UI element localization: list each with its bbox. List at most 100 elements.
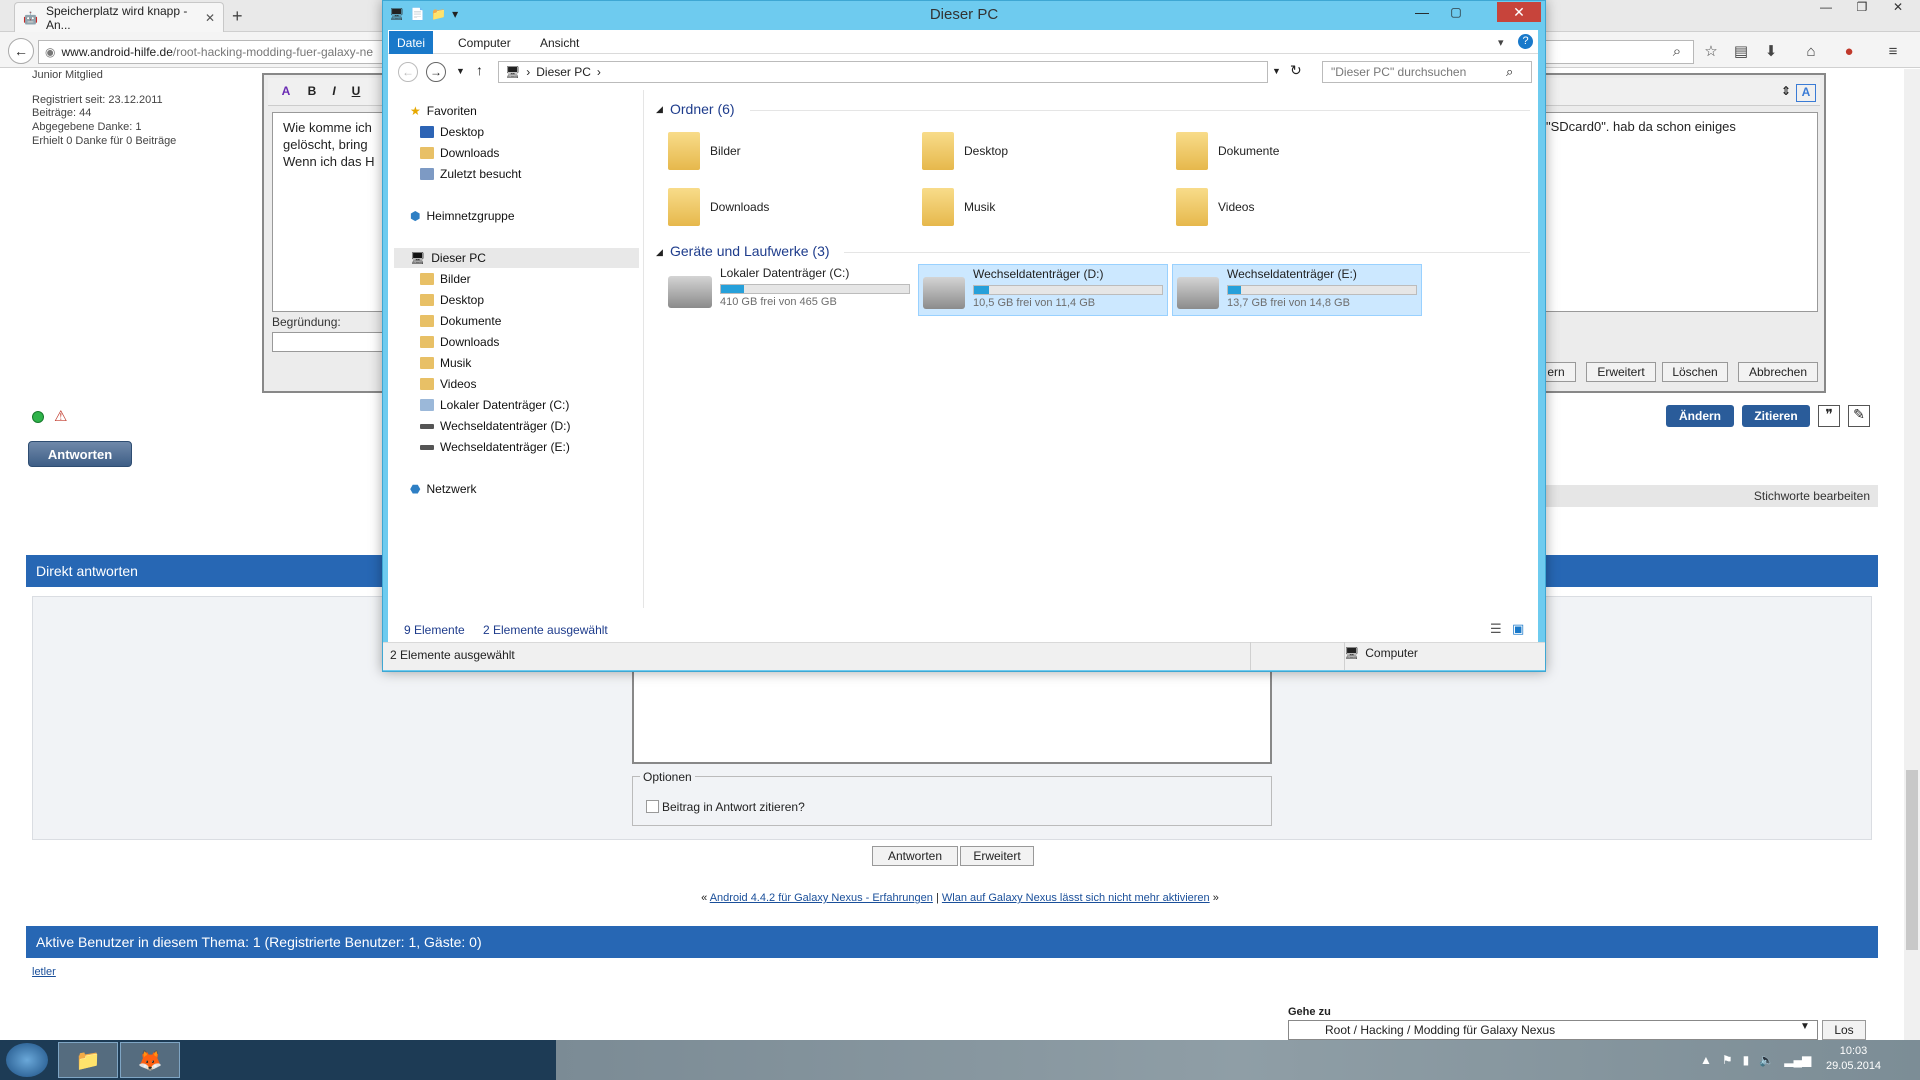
explorer-minimize-icon[interactable]: — (1407, 1, 1437, 23)
menu-icon[interactable]: ≡ (1880, 40, 1906, 64)
explorer-close-button[interactable]: ✕ (1497, 2, 1541, 22)
nav-pc-desktop[interactable]: Desktop (420, 290, 484, 310)
folder-tile-musik[interactable]: Musik (922, 183, 995, 231)
collapse-icon[interactable]: ◢ (656, 104, 663, 115)
collapse-icon[interactable]: ◢ (656, 247, 663, 258)
details-view-icon[interactable]: ☰ (1490, 621, 1502, 637)
properties-icon[interactable]: 📄 (410, 7, 425, 21)
firefox-taskbar-icon[interactable]: 🦊 (120, 1042, 180, 1078)
nav-this-pc[interactable]: 🖥 Dieser PC (410, 248, 486, 268)
pc-icon[interactable]: 🖥 (389, 7, 404, 21)
minimize-icon[interactable]: — (1808, 0, 1844, 20)
nav-drive-d[interactable]: Wechseldatenträger (D:) (420, 416, 571, 436)
nav-up-icon[interactable]: ↑ (476, 62, 483, 78)
nav-fav-recent[interactable]: Zuletzt besucht (420, 164, 521, 184)
address-dropdown-icon[interactable]: ▼ (1272, 66, 1281, 76)
folder-tile-dokumente[interactable]: Dokumente (1176, 127, 1279, 175)
drive-tile-d[interactable]: Wechseldatenträger (D:) 10,5 GB frei von… (918, 264, 1168, 316)
previous-thread-link[interactable]: Android 4.4.2 für Galaxy Nexus - Erfahru… (710, 892, 933, 904)
refresh-icon[interactable]: ↻ (1290, 62, 1302, 79)
font-style-icon[interactable]: A (276, 84, 296, 102)
explorer-maximize-icon[interactable]: ▢ (1441, 1, 1471, 23)
drive-tile-e[interactable]: Wechseldatenträger (E:) 13,7 GB frei von… (1172, 264, 1422, 316)
goto-select[interactable]: Root / Hacking / Modding für Galaxy Nexu… (1288, 1020, 1818, 1040)
submit-reply-button[interactable]: Antworten (872, 846, 958, 866)
taskbar-clock[interactable]: 10:03 29.05.2014 (1826, 1044, 1881, 1074)
nav-network[interactable]: ⬣ Netzwerk (410, 479, 477, 499)
browser-tab[interactable]: 🤖 Speicherplatz wird knapp - An... ✕ (14, 2, 224, 32)
addon-icon[interactable]: ● (1836, 40, 1862, 64)
reason-input[interactable] (272, 332, 392, 352)
folder-tile-downloads[interactable]: Downloads (668, 183, 769, 231)
resize-icon[interactable]: ⇕ (1776, 84, 1796, 102)
explorer-taskbar-icon[interactable]: 📁 (58, 1042, 118, 1078)
flag-icon[interactable]: ⚑ (1722, 1053, 1733, 1067)
quote-checkbox[interactable] (646, 800, 659, 813)
chevron-down-icon[interactable]: ▼ (1800, 1021, 1810, 1032)
breadcrumb-dieser-pc[interactable]: Dieser PC (536, 65, 591, 79)
explorer-search-input[interactable]: "Dieser PC" durchsuchen (1322, 61, 1532, 83)
reply-advanced-button[interactable]: Erweitert (960, 846, 1034, 866)
cancel-button[interactable]: Abbrechen (1738, 362, 1818, 382)
folders-header[interactable]: Ordner (6) (670, 101, 735, 117)
download-icon[interactable]: ⬇ (1758, 40, 1784, 64)
nav-back-icon[interactable]: ← (398, 62, 418, 82)
goto-button[interactable]: Los (1822, 1020, 1866, 1040)
drive-tile-c[interactable]: Lokaler Datenträger (C:) 410 GB frei von… (664, 264, 914, 316)
network-signal-icon[interactable]: ▂▄▆ (1784, 1053, 1811, 1067)
nav-pc-dokumente[interactable]: Dokumente (420, 311, 501, 331)
tags-edit-link[interactable]: Stichworte bearbeiten (1540, 485, 1878, 507)
customize-qa-icon[interactable]: ▾ (452, 7, 458, 21)
delete-button[interactable]: Löschen (1662, 362, 1728, 382)
active-user-link[interactable]: letler (32, 966, 56, 978)
close-icon[interactable]: ✕ (1880, 0, 1916, 20)
home-icon[interactable]: ⌂ (1798, 40, 1824, 64)
nav-fav-downloads[interactable]: Downloads (420, 143, 499, 163)
multiquote-icon[interactable]: ❞ (1818, 405, 1840, 427)
ribbon-tab-ansicht[interactable]: Ansicht (528, 31, 591, 55)
drives-header[interactable]: Geräte und Laufwerke (3) (670, 243, 830, 259)
tab-close-icon[interactable]: ✕ (205, 11, 215, 25)
ribbon-tab-datei[interactable]: Datei (389, 31, 433, 55)
help-icon[interactable]: ? (1518, 34, 1533, 49)
page-scrollbar-thumb[interactable] (1906, 770, 1918, 950)
bookmark-star-icon[interactable]: ☆ (1698, 40, 1724, 64)
tiles-view-icon[interactable]: ▣ (1512, 621, 1524, 637)
nav-pc-musik[interactable]: Musik (420, 353, 471, 373)
new-tab-icon[interactable]: + (232, 6, 243, 27)
volume-icon[interactable]: 🔈 (1759, 1053, 1774, 1067)
nav-favorites[interactable]: ★ Favoriten (410, 101, 477, 121)
search-icon[interactable]: ⌕ (1664, 40, 1690, 64)
nav-pc-downloads[interactable]: Downloads (420, 332, 499, 352)
edit-post-button[interactable]: Ändern (1666, 405, 1734, 427)
switch-editor-icon[interactable]: A (1796, 84, 1816, 102)
recent-locations-icon[interactable]: ▼ (456, 66, 465, 76)
nav-pc-videos[interactable]: Videos (420, 374, 476, 394)
search-icon[interactable]: ⌕ (1506, 64, 1513, 80)
restore-icon[interactable]: ❐ (1844, 0, 1880, 20)
start-button[interactable] (6, 1043, 48, 1077)
underline-button[interactable]: U (346, 84, 366, 102)
advanced-button[interactable]: Erweitert (1586, 362, 1656, 382)
ribbon-tab-computer[interactable]: Computer (446, 31, 523, 55)
reply-textarea[interactable] (632, 668, 1272, 764)
quote-post-button[interactable]: Zitieren (1742, 405, 1810, 427)
folder-tile-bilder[interactable]: Bilder (668, 127, 741, 175)
ribbon-expand-icon[interactable]: ▾ (1498, 36, 1504, 49)
back-button[interactable]: ← (8, 38, 34, 64)
quick-edit-icon[interactable]: ✎ (1848, 405, 1870, 427)
show-hidden-icons-icon[interactable]: ▲ (1700, 1053, 1712, 1067)
reply-button[interactable]: Antworten (28, 441, 132, 467)
report-warning-icon[interactable]: ⚠ (54, 407, 67, 425)
nav-fav-desktop[interactable]: Desktop (420, 122, 484, 142)
bold-button[interactable]: B (302, 84, 322, 102)
next-thread-link[interactable]: Wlan auf Galaxy Nexus lässt sich nicht m… (942, 892, 1210, 904)
folder-tile-videos[interactable]: Videos (1176, 183, 1254, 231)
nav-drive-e[interactable]: Wechseldatenträger (E:) (420, 437, 570, 457)
nav-pc-bilder[interactable]: Bilder (420, 269, 471, 289)
address-bar[interactable]: 🖥 › Dieser PC › (498, 61, 1268, 83)
nav-forward-icon[interactable]: → (426, 62, 446, 82)
bookmarks-list-icon[interactable]: ▤ (1728, 40, 1754, 64)
nav-homegroup[interactable]: ⬢ Heimnetzgruppe (410, 206, 515, 226)
italic-button[interactable]: I (324, 84, 344, 102)
